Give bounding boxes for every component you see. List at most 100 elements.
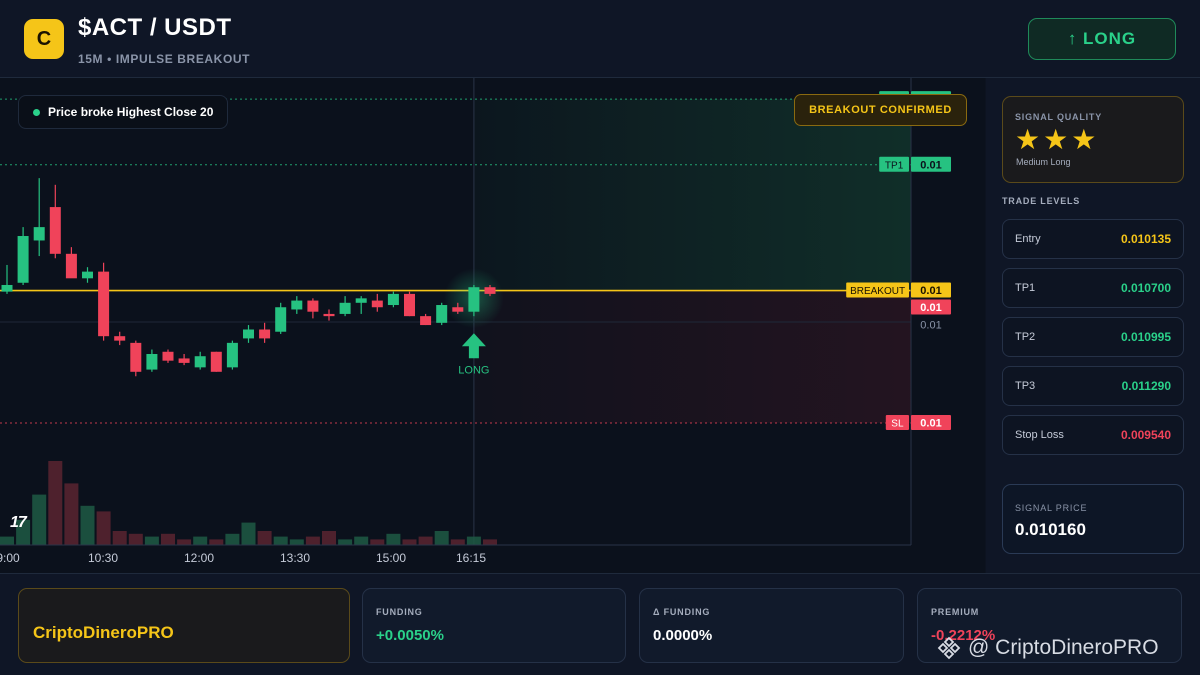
candle-body (436, 305, 448, 323)
x-tick-label: 15:00 (376, 551, 406, 565)
volume-bar (434, 531, 449, 545)
candle-body (259, 329, 271, 339)
volume-bar (305, 536, 320, 545)
volume-bar (370, 539, 385, 545)
candle-body (1, 284, 13, 292)
watermark: @ CriptoDineroPRO (936, 635, 1159, 661)
level-tag-name: TP1 (885, 160, 904, 171)
price-axis-label: 0.01 (920, 320, 941, 332)
volume-bar (144, 536, 159, 545)
volume-bar (209, 539, 224, 545)
candle-body (275, 307, 287, 332)
volume-bar (193, 536, 208, 545)
candle-body (484, 287, 496, 294)
volume-bar (418, 536, 433, 545)
candle-body (323, 313, 335, 317)
volume-bar (386, 533, 401, 545)
trade-level-label: TP1 (1015, 282, 1036, 294)
trade-level-value: 0.009540 (1120, 428, 1171, 442)
level-tag-value: 0.01 (920, 285, 941, 297)
premium-label: PREMIUM (931, 607, 980, 617)
volume-bar (225, 533, 240, 545)
breakout-notice: Price broke Highest Close 20 (18, 95, 229, 129)
signal-price-label: SIGNAL PRICE (1015, 503, 1088, 513)
trade-level-value: 0.010995 (1120, 330, 1171, 344)
pair-title: $ACT / USDT (78, 14, 232, 41)
status-dot-icon (33, 108, 40, 116)
volume-bar (289, 539, 304, 545)
volume-bar (96, 511, 111, 545)
long-signal-label: LONG (458, 364, 489, 376)
candle-body (49, 207, 61, 254)
volume-bar (466, 536, 481, 545)
trade-level-label: Entry (1015, 233, 1041, 245)
candle-body (178, 358, 190, 363)
trade-level-label: TP2 (1015, 331, 1036, 343)
brand-card: CriptoDineroPRO (18, 588, 350, 663)
candle-body (194, 356, 206, 368)
volume-bar (273, 536, 288, 545)
signal-quality-card: SIGNAL QUALITY ★★★ Medium Long (1002, 96, 1184, 183)
candle-body (114, 336, 126, 341)
level-tag-value: 0.01 (920, 418, 941, 430)
breakout-confirmed-badge: BREAKOUT CONFIRMED (794, 94, 967, 126)
tradingview-logo[interactable]: 17 (10, 514, 27, 532)
candle-body (355, 298, 367, 303)
volume-bar (402, 539, 417, 545)
trade-level-value: 0.011290 (1121, 379, 1171, 393)
candle-body (420, 316, 432, 326)
x-tick-label: 10:30 (88, 551, 118, 565)
candle-body (404, 293, 415, 317)
delta-funding-value: 0.0000% (653, 627, 713, 644)
volume-bar (322, 531, 336, 545)
candle-body (291, 300, 303, 310)
candle-body (98, 271, 110, 337)
signal-price-card: SIGNAL PRICE 0.010160 (1002, 484, 1184, 554)
candle-body (130, 342, 142, 372)
candle-body (371, 300, 383, 308)
signal-price-value: 0.010160 (1015, 520, 1086, 539)
x-tick-label: 16:15 (456, 551, 486, 565)
candle-body (33, 227, 45, 241)
pair-subtitle: 15M • IMPULSE BREAKOUT (78, 52, 251, 66)
x-tick-label: 12:00 (184, 551, 214, 565)
app-logo: C (24, 19, 64, 59)
volume-bar (48, 461, 63, 545)
candle-body (468, 287, 480, 312)
candle-body (226, 342, 238, 368)
candle-body (82, 271, 93, 279)
volume-bar (112, 531, 127, 545)
current-price-tag: 0.01 (920, 302, 941, 314)
header: C $ACT / USDT 15M • IMPULSE BREAKOUT ↑ L… (0, 0, 1200, 78)
notice-text: Price broke Highest Close 20 (48, 105, 214, 119)
volume-bar (241, 522, 256, 545)
candle-body (452, 307, 464, 312)
binance-icon (937, 636, 961, 660)
watermark-text: @ CriptoDineroPRO (968, 636, 1159, 659)
funding-card: FUNDING +0.0050% (362, 588, 626, 663)
stop-loss-zone (473, 290, 911, 423)
trade-level-row: Entry 0.010135 (1002, 219, 1184, 259)
chart-canvas[interactable]: LONGTP20.01TP10.01BREAKOUT0.01SL0.010.01… (0, 78, 985, 573)
candle-body (162, 351, 174, 361)
volume-bar (64, 483, 79, 545)
trade-level-row: TP1 0.010700 (1002, 268, 1184, 308)
level-tag-name: SL (891, 419, 904, 430)
x-tick-label: 13:30 (280, 551, 310, 565)
long-button[interactable]: ↑ LONG (1028, 18, 1176, 60)
signal-panel: SIGNAL QUALITY ★★★ Medium Long TRADE LEV… (986, 78, 1200, 573)
volume-bar (0, 536, 14, 545)
trade-level-row: TP2 0.010995 (1002, 317, 1184, 357)
volume-bar (161, 533, 175, 545)
candle-body (387, 293, 399, 306)
take-profit-zone (473, 99, 911, 291)
volume-bar (80, 505, 95, 545)
candle-body (146, 353, 158, 370)
volume-bar (483, 539, 497, 545)
trade-level-label: TP3 (1015, 380, 1036, 392)
volume-bar (257, 531, 272, 545)
volume-bar (338, 539, 353, 545)
trade-level-value: 0.010135 (1120, 232, 1171, 246)
price-chart[interactable]: LONGTP20.01TP10.01BREAKOUT0.01SL0.010.01… (0, 78, 985, 573)
funding-value: +0.0050% (376, 627, 444, 644)
